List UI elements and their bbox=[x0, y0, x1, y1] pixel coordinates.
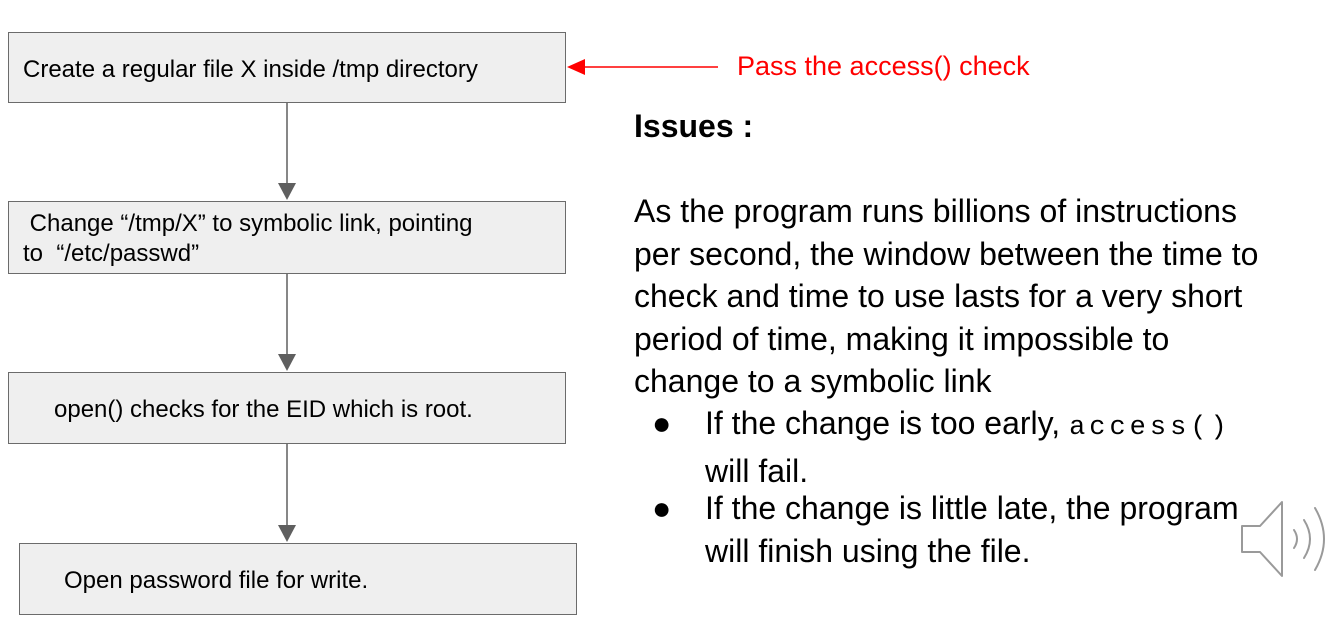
sound-wave-medium bbox=[1303, 519, 1311, 559]
bullet-line-text: If the change is too early, bbox=[705, 405, 1070, 441]
arrowhead-3-4 bbox=[278, 525, 296, 542]
bullet-line: will fail. bbox=[705, 452, 809, 489]
issues-paragraph: As the program runs billions of instruct… bbox=[634, 190, 1334, 403]
arrowhead-2-3 bbox=[278, 354, 296, 371]
speaker-audio-icon[interactable] bbox=[1238, 488, 1335, 588]
flow-step-open-check: open() checks for the EID which is root. bbox=[8, 372, 566, 444]
bullet-dot: ● bbox=[652, 405, 672, 441]
flow-step-text: Create a regular file X inside /tmp dire… bbox=[23, 56, 478, 83]
paragraph-line: check and time to use lasts for a very s… bbox=[634, 278, 1243, 314]
flow-step-open-password: Open password file for write. bbox=[19, 543, 577, 615]
bullet-line: If the change is too early, access() bbox=[705, 402, 1231, 450]
flow-step-text: Change “/tmp/X” to symbolic link, pointi… bbox=[23, 210, 473, 237]
issues-heading: Issues : bbox=[634, 108, 754, 144]
speaker-body bbox=[1241, 501, 1283, 577]
bullet-text: If the change is little late, the progra… bbox=[705, 487, 1239, 572]
flow-step-symlink: Change “/tmp/X” to symbolic link, pointi… bbox=[8, 201, 566, 274]
paragraph-line: per second, the window between the time … bbox=[634, 235, 1259, 272]
flow-step-create-file: Create a regular file X inside /tmp dire… bbox=[8, 32, 566, 103]
annotation-pointer-arrowhead bbox=[567, 59, 585, 75]
flow-step-text: to “/etc/passwd” bbox=[23, 240, 200, 267]
bullet-line: will finish using the file. bbox=[705, 532, 1031, 569]
paragraph-line: change to a symbolic link bbox=[634, 363, 992, 399]
paragraph-line: period of time, making it impossible to bbox=[634, 320, 1170, 357]
bullet-line: If the change is little late, the progra… bbox=[705, 490, 1239, 526]
flow-step-text: Open password file for write. bbox=[64, 567, 369, 594]
annotation-label: Pass the access() check bbox=[737, 51, 1030, 81]
code-access: access() bbox=[1069, 413, 1231, 443]
bullet-dot: ● bbox=[652, 490, 672, 526]
bullet-text: If the change is too early, access() wil… bbox=[705, 402, 1231, 492]
flow-step-text: open() checks for the EID which is root. bbox=[54, 396, 473, 423]
paragraph-line: As the program runs billions of instruct… bbox=[634, 193, 1237, 229]
sound-wave-small bbox=[1293, 529, 1298, 549]
arrowhead-1-2 bbox=[278, 183, 296, 200]
sound-wave-large bbox=[1314, 507, 1325, 571]
